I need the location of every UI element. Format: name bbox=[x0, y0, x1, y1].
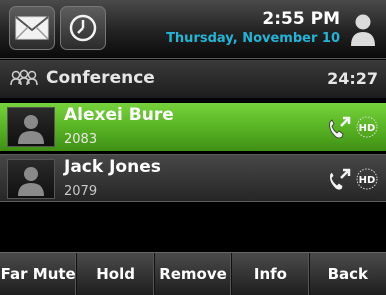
contact-silhouette-icon bbox=[18, 115, 44, 144]
clock-icon bbox=[69, 14, 97, 42]
svg-text:HD: HD bbox=[359, 123, 376, 134]
participant-row[interactable]: Jack Jones 2079 HD bbox=[0, 154, 386, 202]
conference-icon bbox=[10, 69, 38, 86]
hd-audio-icon: HD bbox=[356, 168, 378, 190]
user-icon[interactable] bbox=[349, 12, 377, 48]
hold-softkey[interactable]: Hold bbox=[77, 253, 155, 295]
phone-active-icon bbox=[329, 116, 351, 139]
participant-row[interactable]: Alexei Bure 2083 HD bbox=[0, 103, 386, 151]
recent-calls-button[interactable] bbox=[60, 6, 106, 50]
phone-screen: 2:55 PM Thursday, November 10 Conference… bbox=[0, 0, 386, 295]
conference-timer: 24:27 bbox=[327, 69, 378, 88]
info-softkey[interactable]: Info bbox=[232, 253, 310, 295]
far-mute-softkey[interactable]: Far Mute bbox=[0, 253, 78, 295]
svg-text:HD: HD bbox=[359, 175, 376, 186]
participant-number: 2083 bbox=[64, 132, 98, 147]
phone-active-icon bbox=[329, 168, 351, 191]
mail-icon bbox=[15, 16, 49, 40]
avatar bbox=[7, 107, 55, 147]
conference-title: Conference bbox=[46, 68, 155, 88]
clock-date: Thursday, November 10 bbox=[166, 31, 340, 46]
avatar bbox=[7, 159, 55, 199]
status-bar: 2:55 PM Thursday, November 10 bbox=[0, 0, 386, 59]
participant-number: 2079 bbox=[64, 184, 98, 199]
hd-audio-icon: HD bbox=[356, 116, 378, 138]
messages-button[interactable] bbox=[9, 6, 55, 50]
empty-call-area bbox=[0, 205, 386, 249]
participant-name: Alexei Bure bbox=[64, 105, 174, 125]
back-softkey[interactable]: Back bbox=[310, 253, 386, 295]
participant-name: Jack Jones bbox=[64, 157, 161, 177]
remove-softkey[interactable]: Remove bbox=[155, 253, 233, 295]
conference-header: Conference 24:27 bbox=[0, 60, 386, 98]
contact-silhouette-icon bbox=[18, 167, 44, 196]
softkey-bar: Far Mute Hold Remove Info Back bbox=[0, 252, 386, 295]
clock-time: 2:55 PM bbox=[262, 9, 340, 29]
